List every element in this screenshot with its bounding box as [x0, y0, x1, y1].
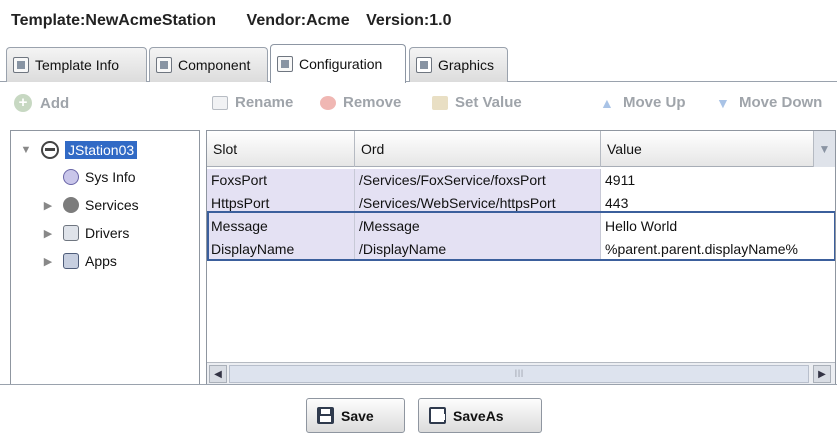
- tree-node-root[interactable]: ▼ JStation03: [19, 141, 138, 159]
- slot-toolbar: Rename Remove Set Value ▲ Move Up ▼ Move…: [204, 82, 837, 124]
- column-label: Slot: [213, 141, 238, 157]
- sys-info-icon: [63, 169, 79, 185]
- cell-slot: FoxsPort: [207, 169, 355, 192]
- drivers-icon: [63, 225, 79, 241]
- template-name: Template:NewAcmeStation: [11, 12, 217, 29]
- configuration-icon: [277, 56, 293, 72]
- expand-arrow-icon[interactable]: ▼: [19, 144, 33, 156]
- save-disk-icon: [317, 407, 334, 424]
- expand-arrow-icon[interactable]: ▶: [41, 227, 55, 240]
- vendor-name: Vendor:Acme: [246, 12, 350, 29]
- rename-button[interactable]: Rename: [212, 94, 293, 111]
- add-icon: +: [14, 94, 32, 112]
- save-as-label: SaveAs: [453, 407, 504, 424]
- apps-icon: [63, 253, 79, 269]
- column-label: Ord: [361, 141, 385, 157]
- tree-root-label: JStation03: [65, 141, 138, 159]
- table-row[interactable]: FoxsPort /Services/FoxService/foxsPort 4…: [207, 169, 835, 192]
- move-up-button[interactable]: ▲ Move Up: [600, 94, 686, 111]
- set-value-label: Set Value: [455, 94, 522, 111]
- station-icon: [41, 141, 59, 159]
- tree-label: Drivers: [85, 225, 130, 241]
- set-value-button[interactable]: Set Value: [432, 94, 522, 111]
- tab-label: Component: [178, 57, 251, 73]
- graphics-icon: [416, 57, 432, 73]
- move-up-arrow-icon: ▲: [600, 94, 614, 111]
- tree-node-drivers[interactable]: ▶ Drivers: [41, 225, 129, 241]
- scroll-right-icon[interactable]: ▶: [813, 365, 831, 383]
- move-down-label: Move Down: [739, 94, 823, 111]
- column-header-slot[interactable]: Slot: [207, 131, 355, 167]
- selection-highlight-box: [207, 211, 835, 261]
- column-header-ord[interactable]: Ord: [355, 131, 601, 167]
- add-button[interactable]: + Add: [0, 82, 204, 124]
- set-value-icon: [432, 95, 448, 110]
- table-header: Slot Ord Value ▼: [207, 131, 835, 167]
- scroll-left-icon[interactable]: ◀: [209, 365, 227, 383]
- rename-label: Rename: [235, 94, 294, 111]
- move-up-label: Move Up: [623, 94, 686, 111]
- scroll-thumb[interactable]: III: [229, 365, 809, 383]
- tree-node-sys-info[interactable]: Sys Info: [41, 169, 136, 185]
- component-icon: [156, 57, 172, 73]
- tree-node-services[interactable]: ▶ Services: [41, 197, 139, 213]
- tree-label: Services: [85, 197, 139, 213]
- template-title: Template:NewAcmeStation Vendor:Acme Vers…: [11, 12, 478, 30]
- component-tree-panel: + Add ▼ JStation03 Sys Info ▶ Services ▶…: [0, 82, 204, 386]
- expand-arrow-icon[interactable]: ▶: [41, 255, 55, 268]
- add-label: Add: [40, 94, 70, 112]
- tab-configuration[interactable]: Configuration: [270, 44, 406, 83]
- column-chooser-icon[interactable]: ▼: [813, 131, 835, 167]
- save-as-disk-icon: [429, 407, 446, 424]
- expand-arrow-icon[interactable]: ▶: [41, 199, 55, 212]
- services-gear-icon: [63, 197, 79, 213]
- component-tree: ▼ JStation03 Sys Info ▶ Services ▶ Drive…: [10, 130, 200, 386]
- tab-template-info[interactable]: Template Info: [6, 47, 147, 82]
- template-header: Template:NewAcmeStation Vendor:Acme Vers…: [0, 0, 837, 44]
- horizontal-scrollbar[interactable]: ◀ III ▶: [207, 362, 835, 385]
- template-info-icon: [13, 57, 29, 73]
- remove-icon: [320, 95, 336, 110]
- tab-graphics[interactable]: Graphics: [409, 47, 508, 82]
- save-as-button[interactable]: SaveAs: [418, 398, 542, 433]
- move-down-button[interactable]: ▼ Move Down: [716, 94, 822, 111]
- tab-bar: Template Info Component Configuration Gr…: [0, 44, 837, 83]
- tree-label: Sys Info: [85, 169, 136, 185]
- cell-ord: /Services/FoxService/foxsPort: [355, 169, 601, 192]
- rename-icon: [212, 95, 228, 110]
- tab-label: Template Info: [35, 57, 120, 73]
- tree-label: Apps: [85, 253, 117, 269]
- tree-node-apps[interactable]: ▶ Apps: [41, 253, 117, 269]
- column-header-value[interactable]: Value: [601, 131, 813, 167]
- tab-label: Configuration: [299, 56, 383, 72]
- column-label: Value: [607, 141, 642, 157]
- save-label: Save: [341, 407, 374, 424]
- slot-table: Slot Ord Value ▼ FoxsPort /Services/FoxS…: [206, 130, 836, 386]
- remove-label: Remove: [343, 94, 402, 111]
- tab-label: Graphics: [438, 57, 495, 73]
- move-down-arrow-icon: ▼: [716, 94, 730, 111]
- template-version: Version:1.0: [366, 12, 452, 29]
- save-button[interactable]: Save: [306, 398, 405, 433]
- remove-button[interactable]: Remove: [320, 94, 401, 111]
- tab-component[interactable]: Component: [149, 47, 268, 82]
- configuration-panel: Rename Remove Set Value ▲ Move Up ▼ Move…: [204, 82, 837, 386]
- footer-bar: Save SaveAs: [0, 384, 837, 437]
- scroll-thumb-grip: III: [514, 368, 524, 380]
- cell-value[interactable]: 4911: [601, 169, 835, 192]
